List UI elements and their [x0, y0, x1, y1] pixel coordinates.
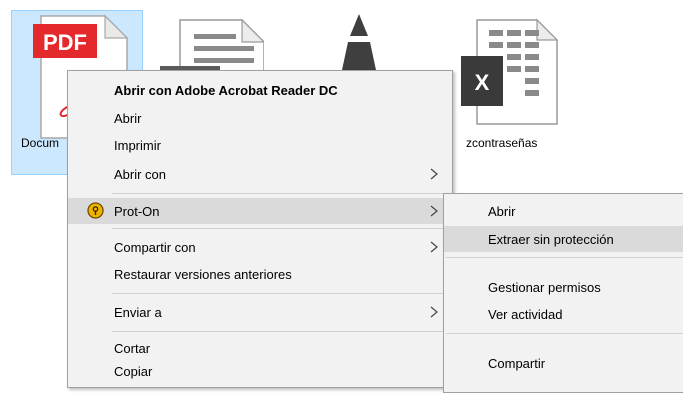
context-menu: Abrir con Adobe Acrobat Reader DC Abrir … [67, 70, 453, 388]
menu-item-label: Prot-On [114, 203, 160, 219]
menu-item-label: Imprimir [114, 137, 161, 153]
menu-item-restore-versions[interactable]: Restaurar versiones anteriores [68, 261, 452, 287]
menu-separator [112, 331, 452, 332]
chevron-right-icon [430, 241, 438, 253]
chevron-right-icon [430, 306, 438, 318]
menu-item-label: Restaurar versiones anteriores [114, 266, 292, 282]
submenu-item-open[interactable]: Abrir [444, 198, 683, 224]
file-label-pdf[interactable]: Docum [21, 136, 59, 150]
menu-item-label: Cortar [114, 340, 151, 356]
submenu-item-manage-permissions[interactable]: Gestionar permisos [444, 274, 683, 300]
chevron-right-icon [430, 168, 438, 180]
menu-item-label: Abrir con [114, 166, 167, 182]
menu-item-label: Gestionar permisos [488, 279, 601, 295]
file-label-excel[interactable]: zcontraseñas [466, 136, 537, 150]
menu-item-label: Abrir [488, 203, 516, 219]
menu-item-print[interactable]: Imprimir [68, 132, 452, 158]
menu-item-label: Enviar a [114, 304, 162, 320]
menu-item-share-with[interactable]: Compartir con [68, 234, 452, 260]
chevron-right-icon [430, 205, 438, 217]
vlc-file-icon[interactable] [334, 12, 384, 72]
menu-separator [446, 257, 683, 258]
menu-item-label: Abrir [114, 110, 142, 126]
menu-item-label: Copiar [114, 363, 153, 379]
pdf-badge-text: PDF [43, 30, 87, 55]
menu-item-label: Ver actividad [488, 306, 563, 322]
menu-item-label: Compartir con [114, 239, 196, 255]
menu-item-open-acrobat[interactable]: Abrir con Adobe Acrobat Reader DC [68, 77, 452, 103]
submenu-item-view-activity[interactable]: Ver actividad [444, 301, 683, 327]
menu-separator [446, 333, 683, 334]
menu-item-open-with[interactable]: Abrir con [68, 161, 452, 187]
menu-item-prot-on[interactable]: Prot-On [68, 198, 452, 224]
submenu-item-extract-unprotected[interactable]: Extraer sin protección [444, 226, 683, 252]
menu-separator [112, 293, 452, 294]
menu-item-open[interactable]: Abrir [68, 105, 452, 131]
submenu-item-share[interactable]: Compartir [444, 350, 683, 376]
prot-on-icon [87, 202, 104, 219]
menu-item-label: Extraer sin protección [488, 231, 614, 247]
menu-item-label: Abrir con Adobe Acrobat Reader DC [114, 82, 338, 98]
prot-on-submenu: Abrir Extraer sin protección Gestionar p… [443, 193, 683, 393]
menu-separator [112, 228, 452, 229]
menu-separator [112, 193, 452, 194]
excel-file-icon[interactable]: X [459, 18, 559, 126]
desktop: PDF Docum X zcontraseñas Abrir con Adobe… [0, 0, 683, 393]
menu-item-copy[interactable]: Copiar [68, 358, 452, 384]
menu-item-send-to[interactable]: Enviar a [68, 299, 452, 325]
menu-item-label: Compartir [488, 355, 546, 371]
excel-badge-text: X [475, 70, 490, 95]
